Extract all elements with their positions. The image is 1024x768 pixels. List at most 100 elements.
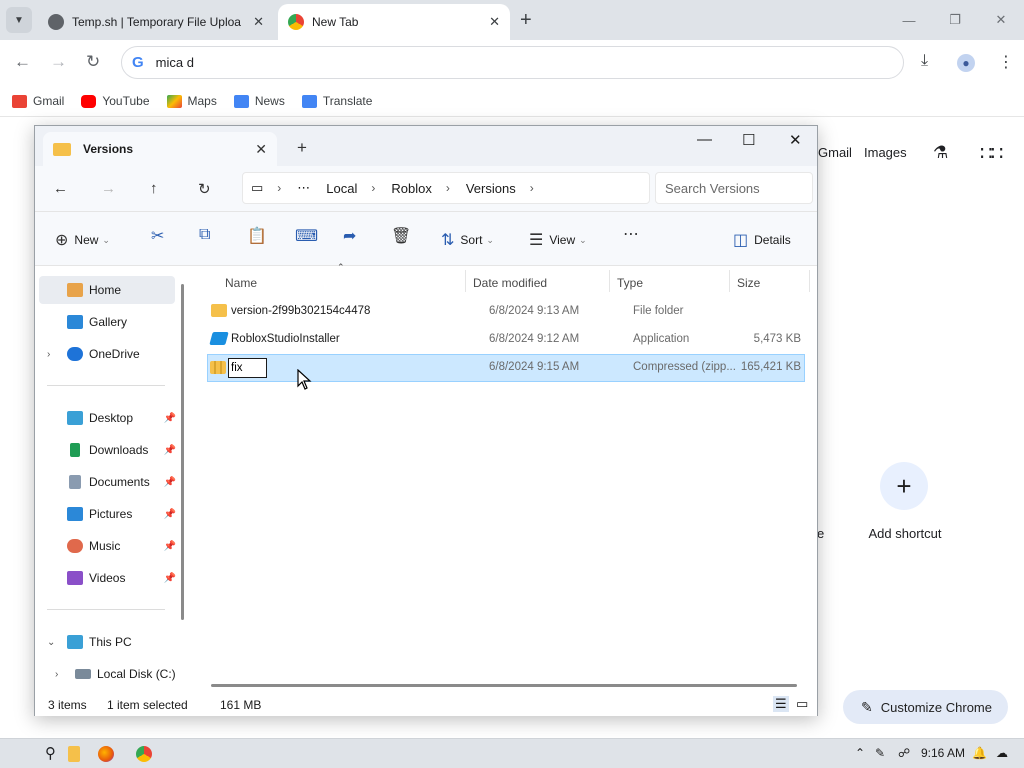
refresh-icon[interactable]: ↻: [198, 180, 211, 198]
menu-kebab-icon[interactable]: ⋮: [998, 52, 1014, 72]
nav-item-local-disk[interactable]: › Local Disk (C:): [35, 660, 180, 688]
breadcrumb-roblox[interactable]: Roblox: [391, 181, 431, 196]
download-icon[interactable]: ⤓: [921, 52, 928, 70]
weather-cloud-icon[interactable]: ☁: [996, 746, 1008, 760]
minimize-icon[interactable]: —: [697, 131, 712, 148]
minimize-icon[interactable]: —: [886, 0, 932, 40]
explorer-tab[interactable]: Versions ✕: [43, 132, 277, 166]
breadcrumb[interactable]: ▭ › ⋯ Local › Roblox › Versions ›: [242, 172, 650, 204]
back-arrow-icon[interactable]: ←: [14, 52, 31, 72]
pin-icon[interactable]: 📌: [164, 541, 176, 552]
bookmark-gmail[interactable]: Gmail: [12, 94, 64, 108]
close-icon[interactable]: ✕: [253, 14, 264, 30]
bookmark-news[interactable]: News: [233, 94, 285, 108]
column-divider[interactable]: [465, 270, 466, 292]
rename-input[interactable]: [228, 358, 267, 378]
horizontal-scrollbar[interactable]: [211, 684, 797, 687]
tab-search-button[interactable]: ▼: [6, 7, 32, 33]
ntp-images-link[interactable]: Images: [864, 145, 907, 160]
forward-arrow-icon[interactable]: →: [50, 52, 67, 72]
new-tab-button[interactable]: +: [520, 9, 532, 32]
pin-icon[interactable]: 📌: [164, 573, 176, 584]
close-icon[interactable]: ✕: [489, 14, 500, 30]
pen-icon[interactable]: ✎: [875, 746, 885, 760]
delete-icon[interactable]: 🗑: [391, 226, 411, 246]
column-divider[interactable]: [809, 270, 810, 292]
view-button[interactable]: ☰ View ⌄: [529, 230, 587, 250]
chevron-up-icon[interactable]: ⌃: [855, 746, 865, 760]
add-shortcut-button[interactable]: +: [880, 462, 928, 510]
ntp-gmail-link[interactable]: Gmail: [818, 145, 852, 160]
chevron-right-icon[interactable]: ›: [55, 669, 58, 680]
paste-icon[interactable]: 📋: [247, 226, 267, 246]
apps-grid-icon[interactable]: ∷∷: [980, 141, 1003, 166]
file-row[interactable]: RobloxStudioInstaller 6/8/2024 9:12 AM A…: [207, 326, 805, 354]
pin-icon[interactable]: 📌: [164, 445, 176, 456]
column-divider[interactable]: [729, 270, 730, 292]
omnibox[interactable]: G: [121, 46, 904, 79]
search-icon[interactable]: ⚲: [45, 744, 56, 762]
pin-icon[interactable]: 📌: [164, 509, 176, 520]
chrome-taskbar-icon[interactable]: [136, 746, 152, 762]
profile-avatar-icon[interactable]: ●: [957, 54, 975, 72]
clock-time[interactable]: 9:16 AM: [921, 746, 965, 760]
nav-item-pictures[interactable]: Pictures 📌: [35, 500, 180, 528]
maximize-icon[interactable]: ☐: [742, 131, 755, 149]
chevron-right-icon[interactable]: ›: [47, 349, 50, 360]
nav-item-home[interactable]: Home: [39, 276, 175, 304]
file-row[interactable]: version-2f99b302154c4478 6/8/2024 9:13 A…: [207, 298, 805, 326]
nav-item-documents[interactable]: Documents 📌: [35, 468, 180, 496]
new-button[interactable]: ⊕ New ⌄: [55, 230, 110, 250]
firefox-icon[interactable]: [98, 746, 114, 762]
share-icon[interactable]: ➦: [343, 226, 356, 246]
breadcrumb-versions[interactable]: Versions: [466, 181, 516, 196]
details-button[interactable]: ◫ Details: [733, 230, 791, 250]
search-input[interactable]: Search Versions: [655, 172, 813, 204]
tab-temp-sh[interactable]: Temp.sh | Temporary File Uploa ✕: [38, 4, 274, 40]
nav-item-this-pc[interactable]: ⌄ This PC: [35, 628, 180, 656]
file-explorer-taskbar-icon[interactable]: [68, 746, 80, 762]
up-arrow-icon[interactable]: ↑: [150, 180, 158, 197]
more-options-icon[interactable]: ⋯: [623, 224, 639, 244]
column-header-date[interactable]: Date modified: [473, 276, 547, 290]
close-tab-icon[interactable]: ✕: [255, 141, 267, 158]
pin-icon[interactable]: 📌: [164, 413, 176, 424]
reload-icon[interactable]: ↻: [86, 52, 100, 72]
column-header-size[interactable]: Size: [737, 276, 760, 290]
details-view-icon[interactable]: ☰: [773, 696, 789, 712]
nav-item-downloads[interactable]: Downloads 📌: [35, 436, 180, 464]
new-explorer-tab-button[interactable]: +: [297, 138, 307, 158]
bookmark-translate[interactable]: Translate: [301, 94, 372, 108]
sort-button[interactable]: ⇅ Sort ⌄: [441, 230, 494, 250]
column-header-type[interactable]: Type: [617, 276, 643, 290]
nav-item-music[interactable]: Music 📌: [35, 532, 180, 560]
tiles-view-icon[interactable]: ▭: [796, 696, 808, 712]
rename-icon[interactable]: ⌨: [295, 226, 318, 246]
bookmark-maps[interactable]: Maps: [166, 94, 217, 108]
column-divider[interactable]: [609, 270, 610, 292]
network-icon[interactable]: ☍: [898, 746, 910, 760]
cut-icon[interactable]: ✂: [151, 226, 164, 246]
restore-icon[interactable]: ❐: [932, 0, 978, 40]
chevron-down-icon[interactable]: ⌄: [47, 637, 55, 648]
forward-arrow-icon[interactable]: →: [101, 180, 116, 197]
bookmark-youtube[interactable]: YouTube: [81, 94, 150, 108]
overflow-dots-icon[interactable]: ⋯: [297, 180, 310, 196]
column-header-name[interactable]: Name: [225, 276, 257, 290]
address-input[interactable]: [155, 55, 756, 70]
close-window-icon[interactable]: ✕: [789, 131, 802, 149]
customize-chrome-button[interactable]: ✎ Customize Chrome: [843, 690, 1008, 724]
nav-scrollbar[interactable]: [181, 284, 184, 620]
nav-item-gallery[interactable]: Gallery: [35, 308, 180, 336]
nav-item-videos[interactable]: Videos 📌: [35, 564, 180, 592]
pin-icon[interactable]: 📌: [164, 477, 176, 488]
close-window-icon[interactable]: ✕: [978, 0, 1024, 40]
labs-flask-icon[interactable]: ⚗: [933, 143, 948, 163]
back-arrow-icon[interactable]: ←: [53, 180, 68, 197]
notification-bell-icon[interactable]: 🔔: [972, 746, 987, 760]
nav-item-desktop[interactable]: Desktop 📌: [35, 404, 180, 432]
nav-item-onedrive[interactable]: › OneDrive: [35, 340, 180, 368]
breadcrumb-local[interactable]: Local: [326, 181, 357, 196]
copy-icon[interactable]: ⧉: [199, 226, 210, 244]
tab-new-tab[interactable]: New Tab ✕: [278, 4, 510, 40]
